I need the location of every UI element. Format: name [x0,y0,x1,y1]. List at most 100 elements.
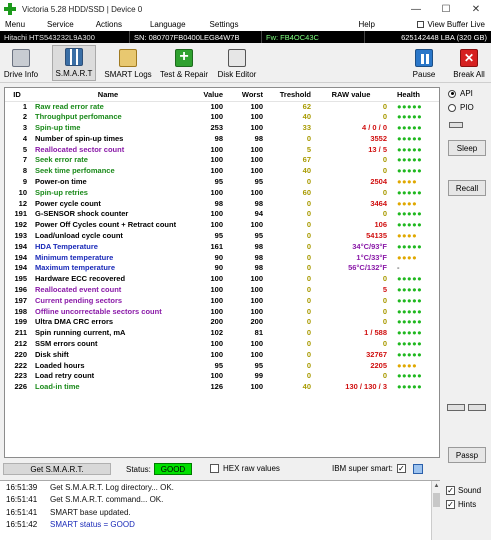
table-row[interactable]: 10 Spin-up retries 100 100 60 0 ●●●●● [5,188,439,199]
attr-name: Load-in time [35,382,80,392]
table-row[interactable]: 8 Seek time perfomance 100 100 40 0 ●●●●● [5,166,439,177]
table-row[interactable]: 192 Power Off Cycles count + Retract coun… [5,220,439,231]
table-row[interactable]: 195 Hardware ECC recovered 100 100 0 0 ●●●●● [5,274,439,285]
attr-id: 7 [22,155,27,165]
header-name[interactable]: Name [33,88,183,102]
menu-help[interactable]: Help [353,20,379,29]
attr-threshold: 0 [306,295,311,305]
sound-checkbox[interactable]: Sound [446,486,481,495]
pause-button[interactable]: Pause [408,45,440,81]
header-health[interactable]: Health [389,88,439,102]
menu-service[interactable]: Service [42,20,79,29]
attr-health: ●●●●● [397,112,423,122]
table-row[interactable]: 5 Reallocated sector count 100 100 5 13 / 5 ●●… [5,145,439,156]
attr-threshold: 0 [306,133,311,143]
get-smart-button[interactable]: Get S.M.A.R.T. [3,463,111,475]
table-row[interactable]: 191 G-SENSOR shock counter 100 94 0 0 ●●●●● [5,209,439,220]
attr-value: 100 [210,339,223,349]
attr-id: 197 [14,295,27,305]
view-buffer-toggle[interactable]: View Buffer Live [417,18,485,31]
header-threshold[interactable]: Treshold [265,88,313,102]
header-value[interactable]: Value [183,88,225,102]
menu-actions[interactable]: Actions [91,20,127,29]
table-row[interactable]: 223 Load retry count 100 99 0 0 ●●●●● [5,371,439,382]
table-row[interactable]: 2 Throughput perfomance 100 100 40 0 ●●●●● [5,112,439,123]
attr-health: ●●●●● [397,187,423,197]
table-row[interactable]: 199 Ultra DMA CRC errors 200 200 0 0 ●●●●● [5,317,439,328]
log-message: SMART base updated. [50,507,131,517]
table-row[interactable]: 193 Load/unload cycle count 95 95 0 54135 ●●●● [5,231,439,242]
attr-name: Spin running current, mA [35,328,126,338]
log-time: 16:51:41 [6,495,38,505]
minimize-button[interactable]: — [401,0,431,18]
attr-value: 100 [210,349,223,359]
smart-attributes-table[interactable]: ID Name Value Worst Treshold RAW value H… [4,87,440,458]
table-row[interactable]: 212 SSM errors count 100 100 0 0 ●●●●● [5,339,439,350]
attr-health: ●●●●● [397,144,423,154]
attr-name: Disk shift [35,349,69,359]
ibm-super-smart-checkbox[interactable]: IBM super smart: ✓ [332,464,406,473]
log-scrollbar[interactable]: ▲ [431,481,440,540]
attr-health: - [397,263,400,273]
window-icon [417,21,425,28]
disk-editor-button[interactable]: Disk Editor [216,45,258,81]
attr-worst: 94 [254,209,263,219]
attr-value: 100 [210,295,223,305]
table-row[interactable]: 194 Minimum temperature 90 98 0 1°C/33°F ●●●● [5,253,439,264]
attr-raw-value: 1°C/33°F [356,252,387,262]
table-row[interactable]: 196 Reallocated event count 100 100 0 5 ●●●●● [5,285,439,296]
left-small-button[interactable] [447,404,465,411]
attr-value: 200 [210,317,223,327]
drive-info-button[interactable]: Drive Info [2,45,40,81]
table-row[interactable]: 222 Loaded hours 95 95 0 2205 ●●●● [5,361,439,372]
log-message: Get S.M.A.R.T. Log directory... OK. [50,482,174,492]
table-row[interactable]: 9 Power-on time 95 95 0 2504 ●●●● [5,177,439,188]
table-row[interactable]: 12 Power cycle count 98 98 0 3464 ●●●● [5,199,439,210]
scroll-up-icon[interactable]: ▲ [432,481,441,490]
smart-table: ID Name Value Worst Treshold RAW value H… [5,88,439,393]
scroll-thumb[interactable] [433,493,440,507]
header-id[interactable]: ID [5,88,33,102]
table-row[interactable]: 197 Current pending sectors 100 100 0 0 ●●●●● [5,296,439,307]
break-all-button[interactable]: Break All [450,45,488,81]
menu-language[interactable]: Language [145,20,191,29]
right-small-button[interactable] [468,404,486,411]
table-row[interactable]: 220 Disk shift 100 100 0 32767 ●●●●● [5,350,439,361]
hex-raw-checkbox[interactable]: HEX raw values [210,464,280,473]
recall-button[interactable]: Recall [448,180,486,196]
smart-logs-button[interactable]: SMART Logs [103,45,153,81]
maximize-button[interactable]: ☐ [431,0,461,18]
attr-id: 222 [14,360,27,370]
attr-worst: 100 [250,285,263,295]
table-row[interactable]: 194 HDA Temperature 161 98 0 34°C/93°F ●●●●● [5,242,439,253]
header-worst[interactable]: Worst [225,88,265,102]
attr-name: Power-on time [35,177,87,187]
passp-button[interactable]: Passp [448,447,486,463]
attr-threshold: 0 [306,371,311,381]
menu-menu[interactable]: Menu [0,20,30,29]
ibm-super-smart-label: IBM super smart: [332,464,393,473]
table-row[interactable]: 1 Raw read error rate 100 100 62 0 ●●●●● [5,101,439,112]
table-row[interactable]: 3 Spin-up time 253 100 33 4 / 0 / 0 ●●●●● [5,123,439,134]
sleep-button[interactable]: Sleep [448,140,486,156]
api-radio[interactable]: API [448,89,473,98]
close-button[interactable]: ✕ [461,0,491,18]
attr-id: 226 [14,382,27,392]
attr-health: ●●●●● [397,295,423,305]
table-row[interactable]: 194 Maximum temperature 90 98 0 56°C/132°F - [5,263,439,274]
port-small-button[interactable] [449,122,463,128]
table-row[interactable]: 226 Load-in time 126 100 40 130 / 130 / 3 ●●●●… [5,382,439,393]
table-row[interactable]: 211 Spin running current, mA 102 81 0 1 / 588… [5,328,439,339]
pio-radio[interactable]: PIO [448,103,474,112]
hints-checkbox[interactable]: Hints [446,500,476,509]
table-row[interactable]: 7 Seek error rate 100 100 67 0 ●●●●● [5,155,439,166]
test-repair-button[interactable]: Test & Repair [158,45,210,81]
smart-tab-button[interactable]: S.M.A.R.T [52,45,96,81]
bottom-right-panel: Sound Hints [443,484,491,540]
attr-name: Number of spin-up times [35,133,124,143]
table-row[interactable]: 4 Number of spin-up times 98 98 0 3552 ●●●●● [5,134,439,145]
header-raw-value[interactable]: RAW value [313,88,389,102]
menu-settings[interactable]: Settings [205,20,244,29]
color-swatch-button[interactable] [413,464,423,474]
table-row[interactable]: 198 Offline uncorrectable sectors count 10… [5,307,439,318]
